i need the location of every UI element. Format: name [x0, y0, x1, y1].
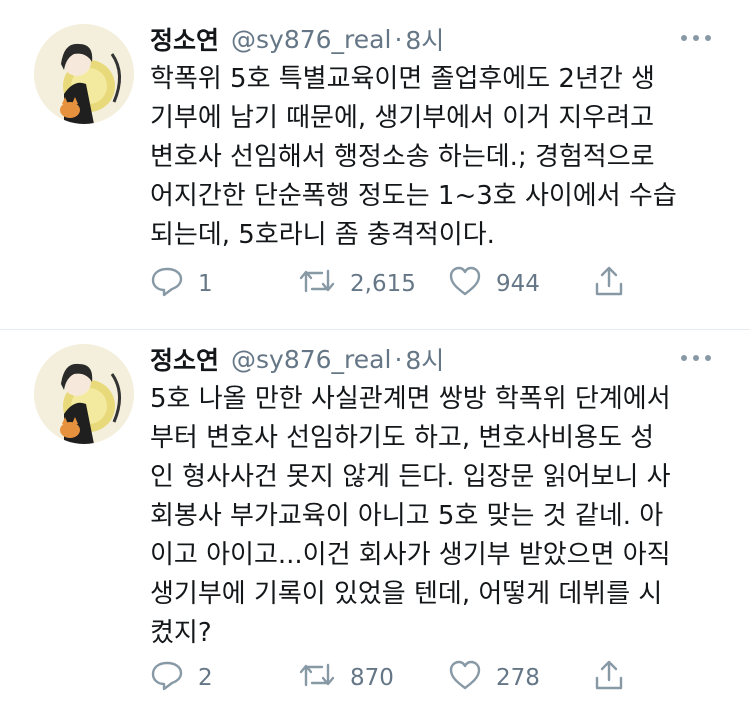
like-count: 278: [496, 665, 540, 691]
like-button[interactable]: 278: [448, 658, 540, 698]
timestamp[interactable]: 8시: [405, 21, 444, 57]
reply-count: 1: [198, 271, 213, 297]
tweet-actions: 1 2,615 944: [150, 264, 640, 304]
timestamp[interactable]: 8시: [405, 341, 444, 377]
tweet[interactable]: 정소연 @sy876_real · 8시 5호 나올 만한 사실관계면 쌍방 학…: [0, 330, 750, 721]
retweet-count: 870: [350, 665, 394, 691]
heart-icon: [448, 659, 496, 697]
reply-icon: [150, 265, 198, 303]
reply-count: 2: [198, 665, 213, 691]
retweet-button[interactable]: 2,615: [298, 264, 416, 304]
tweet-header: 정소연 @sy876_real · 8시: [150, 340, 720, 378]
tweet[interactable]: 정소연 @sy876_real · 8시 학폭위 5호 특별교육이면 졸업후에도…: [0, 0, 750, 330]
separator: ·: [394, 344, 403, 374]
retweet-icon: [298, 659, 350, 697]
avatar[interactable]: [34, 24, 134, 124]
like-count: 944: [496, 271, 540, 297]
reply-button[interactable]: 2: [150, 658, 213, 698]
username[interactable]: @sy876_real: [231, 25, 391, 54]
tweet-header: 정소연 @sy876_real · 8시: [150, 20, 720, 58]
reply-icon: [150, 659, 198, 697]
like-button[interactable]: 944: [448, 264, 540, 304]
share-icon: [592, 658, 640, 698]
heart-icon: [448, 265, 496, 303]
share-icon: [592, 264, 640, 304]
tweet-text: 학폭위 5호 특별교육이면 졸업후에도 2년간 생 기부에 남기 때문에, 생기…: [150, 64, 677, 250]
retweet-count: 2,615: [350, 271, 416, 297]
retweet-button[interactable]: 870: [298, 658, 394, 698]
retweet-icon: [298, 265, 350, 303]
separator: ·: [394, 24, 403, 54]
display-name[interactable]: 정소연: [150, 21, 219, 57]
share-button[interactable]: [592, 658, 640, 698]
username[interactable]: @sy876_real: [231, 345, 391, 374]
avatar[interactable]: [34, 344, 134, 444]
display-name[interactable]: 정소연: [150, 341, 219, 377]
share-button[interactable]: [592, 264, 640, 304]
tweet-text: 5호 나올 만한 사실관계면 쌍방 학폭위 단계에서 부터 변호사 선임하기도 …: [150, 384, 671, 648]
tweet-actions: 2 870 278: [150, 658, 640, 698]
reply-button[interactable]: 1: [150, 264, 213, 304]
